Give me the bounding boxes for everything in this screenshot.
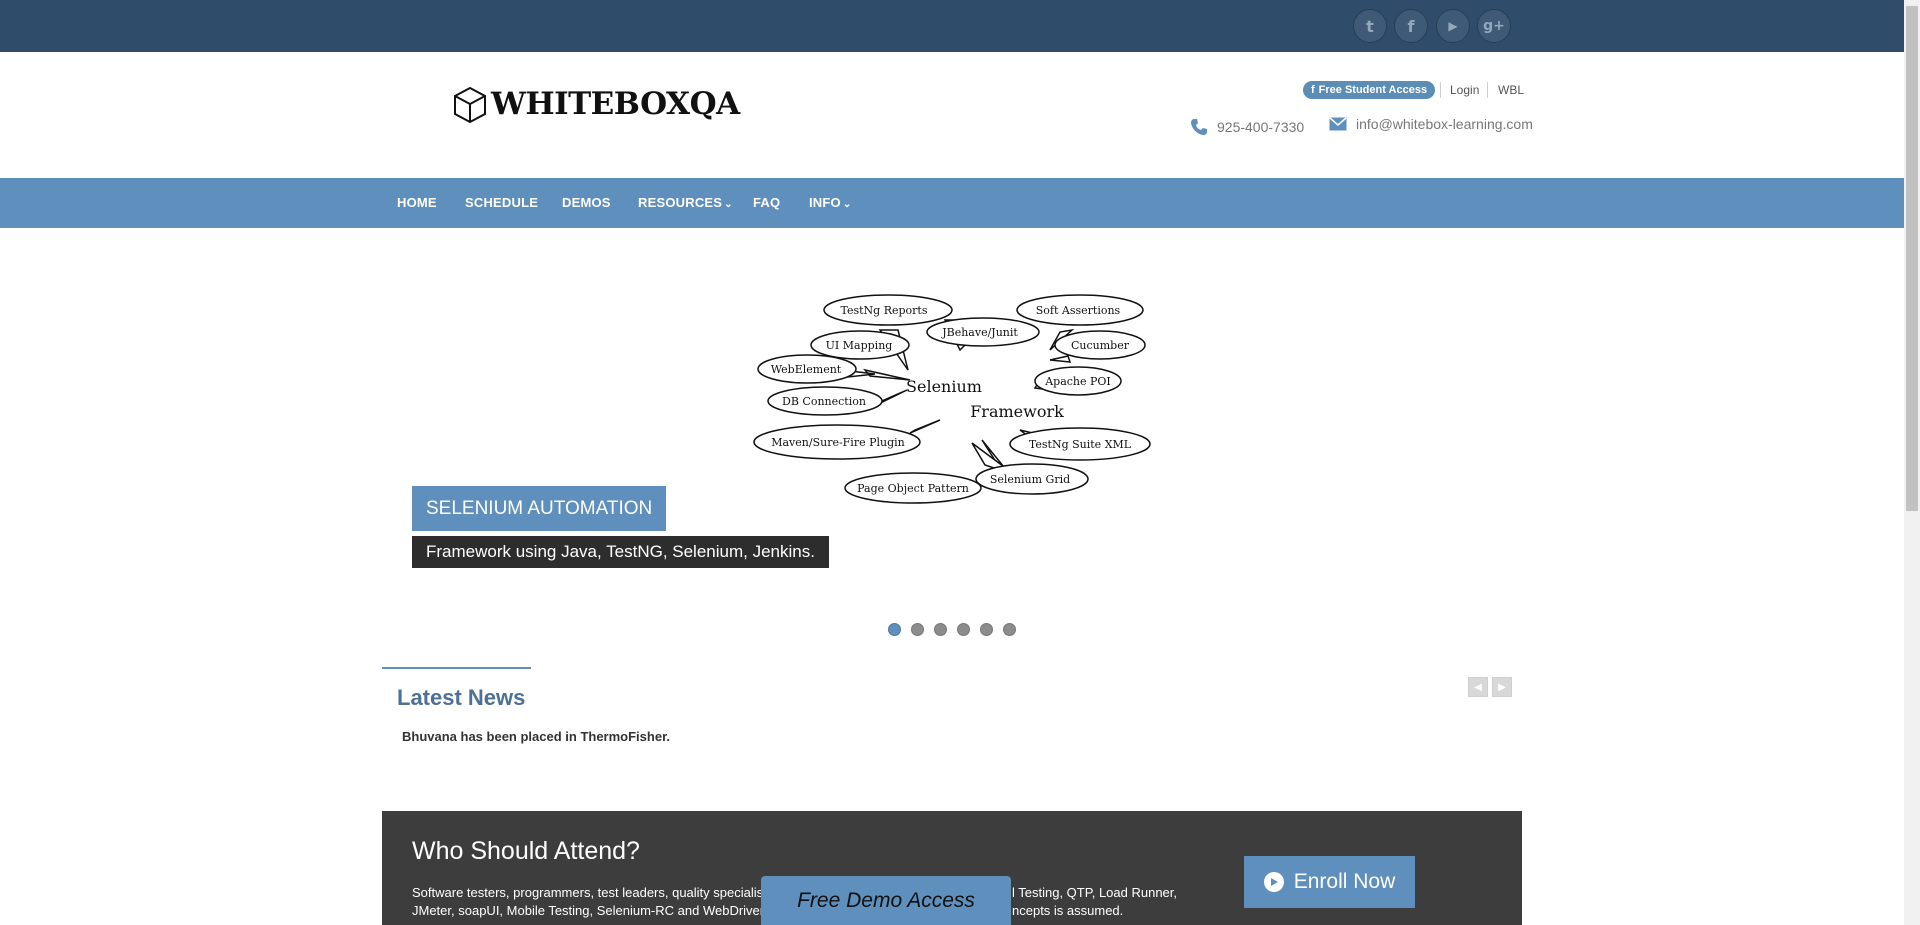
slide-caption-title: SELENIUM AUTOMATION (412, 486, 667, 531)
scrollbar-thumb[interactable] (1906, 6, 1918, 511)
svg-text:Selenium Grid: Selenium Grid (990, 473, 1070, 486)
slider-dot[interactable] (980, 623, 993, 636)
svg-text:WebElement: WebElement (771, 363, 842, 376)
news-next-button[interactable]: ▶ (1492, 677, 1512, 697)
slide-image: TestNg Reports Soft Assertions JBehave/J… (753, 294, 1151, 504)
site-logo[interactable]: WHITEBOXQA (452, 84, 740, 124)
nav-item-label: RESOURCES (638, 195, 723, 210)
phone-number: 925-400-7330 (1217, 119, 1305, 135)
news-item: Bhuvana has been placed in ThermoFisher. (402, 729, 671, 744)
slider-dot[interactable] (1003, 623, 1016, 636)
enroll-now-button[interactable]: Enroll Now (1244, 856, 1415, 908)
svg-text:Maven/Sure-Fire Plugin: Maven/Sure-Fire Plugin (771, 436, 905, 449)
login-link[interactable]: Login (1450, 83, 1479, 97)
chevron-down-icon: ⌄ (724, 199, 733, 210)
email-link[interactable]: info@whitebox-learning.com (1356, 116, 1533, 132)
free-student-access-label: Free Student Access (1318, 84, 1428, 96)
free-student-access-button[interactable]: f Free Student Access (1303, 81, 1436, 99)
slider-dot[interactable] (934, 623, 947, 636)
social-bar: t f ▶ g+ (0, 0, 1904, 52)
youtube-icon[interactable]: ▶ (1436, 9, 1470, 43)
cube-logo-icon (454, 86, 486, 124)
attend-text-line: Software testers, programmers, test lead… (412, 885, 764, 900)
attend-text-line-end: l Testing, QTP, Load Runner, (1012, 885, 1178, 900)
svg-text:Soft Assertions: Soft Assertions (1036, 304, 1121, 317)
chevron-down-icon: ⌄ (842, 199, 852, 210)
slide-caption-subtitle: Framework using Java, TestNG, Selenium, … (412, 536, 829, 568)
nav-item-demos[interactable]: DEMOS (562, 195, 611, 210)
wbl-link[interactable]: WBL (1498, 83, 1524, 97)
nav-item-resources[interactable]: RESOURCES ⌄ (638, 195, 733, 210)
svg-text:TestNg Reports: TestNg Reports (840, 304, 927, 317)
nav-item-home[interactable]: HOME (397, 195, 437, 210)
play-icon (1263, 872, 1284, 892)
logo-text: WHITEBOXQA (491, 86, 740, 122)
phone-contact: 925-400-7330 (1190, 118, 1304, 136)
svg-text:JBehave/Junit: JBehave/Junit (941, 326, 1018, 339)
slider-dot[interactable] (957, 623, 970, 636)
twitter-icon[interactable]: t (1353, 9, 1387, 43)
enroll-now-label: Enroll Now (1293, 870, 1396, 893)
news-prev-button[interactable]: ◀ (1468, 677, 1488, 697)
nav-item-label: INFO (809, 195, 841, 210)
header-divider (1440, 82, 1441, 98)
facebook-icon[interactable]: f (1394, 9, 1428, 43)
svg-text:Page Object Pattern: Page Object Pattern (857, 482, 969, 495)
email-contact: info@whitebox-learning.com (1329, 116, 1533, 132)
svg-text:Apache POI: Apache POI (1044, 375, 1111, 388)
svg-text:TestNg Suite XML: TestNg Suite XML (1029, 438, 1132, 451)
free-demo-access-tab[interactable]: Free Demo Access (761, 876, 1011, 925)
main-nav: HOME SCHEDULE DEMOS RESOURCES ⌄ FAQ INFO ⌄ (0, 178, 1904, 228)
attend-text-line-end: ncepts is assumed. (1012, 903, 1124, 918)
slider-dot[interactable] (888, 623, 901, 636)
page: t f ▶ g+ WHITEBOXQA f Free Student Acces… (0, 0, 1920, 925)
attend-text-line: JMeter, soapUI, Mobile Testing, Selenium… (412, 903, 765, 918)
google-plus-icon[interactable]: g+ (1477, 9, 1511, 43)
facebook-icon: f (1311, 84, 1315, 96)
envelope-icon (1329, 117, 1347, 131)
who-should-attend-heading: Who Should Attend? (412, 837, 640, 865)
scrollbar[interactable] (1904, 0, 1920, 925)
latest-news-heading: Latest News (397, 685, 526, 710)
svg-text:UI Mapping: UI Mapping (826, 339, 893, 352)
slider-dot[interactable] (911, 623, 924, 636)
nav-item-schedule[interactable]: SCHEDULE (465, 195, 538, 210)
header-divider (1487, 82, 1488, 98)
phone-icon (1191, 119, 1207, 135)
svg-text:Cucumber: Cucumber (1071, 339, 1130, 352)
nav-item-faq[interactable]: FAQ (753, 195, 780, 210)
svg-text:Selenium: Selenium (906, 377, 982, 396)
nav-item-info[interactable]: INFO ⌄ (809, 195, 851, 210)
news-heading-underline (382, 667, 531, 669)
svg-text:Framework: Framework (970, 402, 1064, 421)
svg-text:DB Connection: DB Connection (782, 395, 866, 408)
